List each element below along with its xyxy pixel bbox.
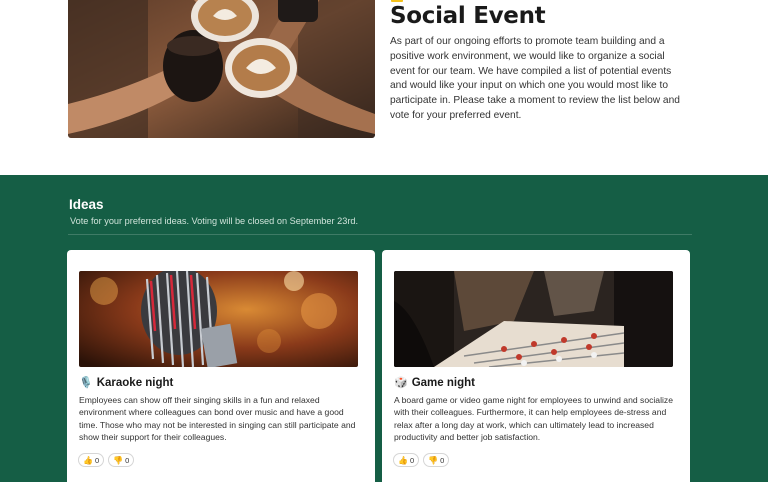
downvote-button[interactable]: 👎 0 <box>108 453 135 467</box>
upvote-count: 0 <box>94 455 100 465</box>
vote-controls: 👍 0 👎 0 <box>393 453 450 467</box>
hero-text: Social Event As part of our ongoing effo… <box>390 0 690 124</box>
upvote-count: 0 <box>409 455 415 465</box>
thumbs-down-icon: 👎 <box>428 455 439 465</box>
upvote-button[interactable]: 👍 0 <box>78 453 105 467</box>
downvote-count: 0 <box>125 455 130 465</box>
microphone-icon: 🎙️ <box>79 377 93 389</box>
thumbs-up-icon: 👍 <box>398 455 408 465</box>
game-night-image <box>394 271 673 367</box>
idea-title-text: Game night <box>411 376 475 389</box>
idea-card-game-night: 🎲 Game night A board game or video game … <box>382 250 690 482</box>
idea-title-text: Karaoke night <box>96 376 174 389</box>
downvote-button[interactable]: 👎 0 <box>423 453 450 467</box>
ideas-section: Ideas Vote for your preferred ideas. Vot… <box>0 175 768 482</box>
vote-controls: 👍 0 👎 0 <box>78 453 135 467</box>
upvote-button[interactable]: 👍 0 <box>393 453 420 467</box>
hero-section: Social Event As part of our ongoing effo… <box>0 0 768 175</box>
ideas-title: Ideas <box>69 197 104 212</box>
ideas-subtitle: Vote for your preferred ideas. Voting wi… <box>70 216 359 226</box>
divider <box>68 234 692 235</box>
page-title: Social Event <box>390 3 546 29</box>
idea-title: 🎲 Game night <box>394 376 475 390</box>
idea-description: Employees can show off their singing ski… <box>79 395 356 443</box>
idea-description: A board game or video game night for emp… <box>394 395 673 443</box>
thumbs-up-icon: 👍 <box>83 455 93 465</box>
downvote-count: 0 <box>440 455 445 465</box>
karaoke-image <box>79 271 358 367</box>
game-die-icon: 🎲 <box>394 377 408 389</box>
idea-title: 🎙️ Karaoke night <box>79 376 174 390</box>
hero-image <box>68 0 375 138</box>
thumbs-down-icon: 👎 <box>113 455 124 465</box>
hero-description: As part of our ongoing efforts to promot… <box>390 36 680 121</box>
idea-card-karaoke: 🎙️ Karaoke night Employees can show off … <box>67 250 375 482</box>
